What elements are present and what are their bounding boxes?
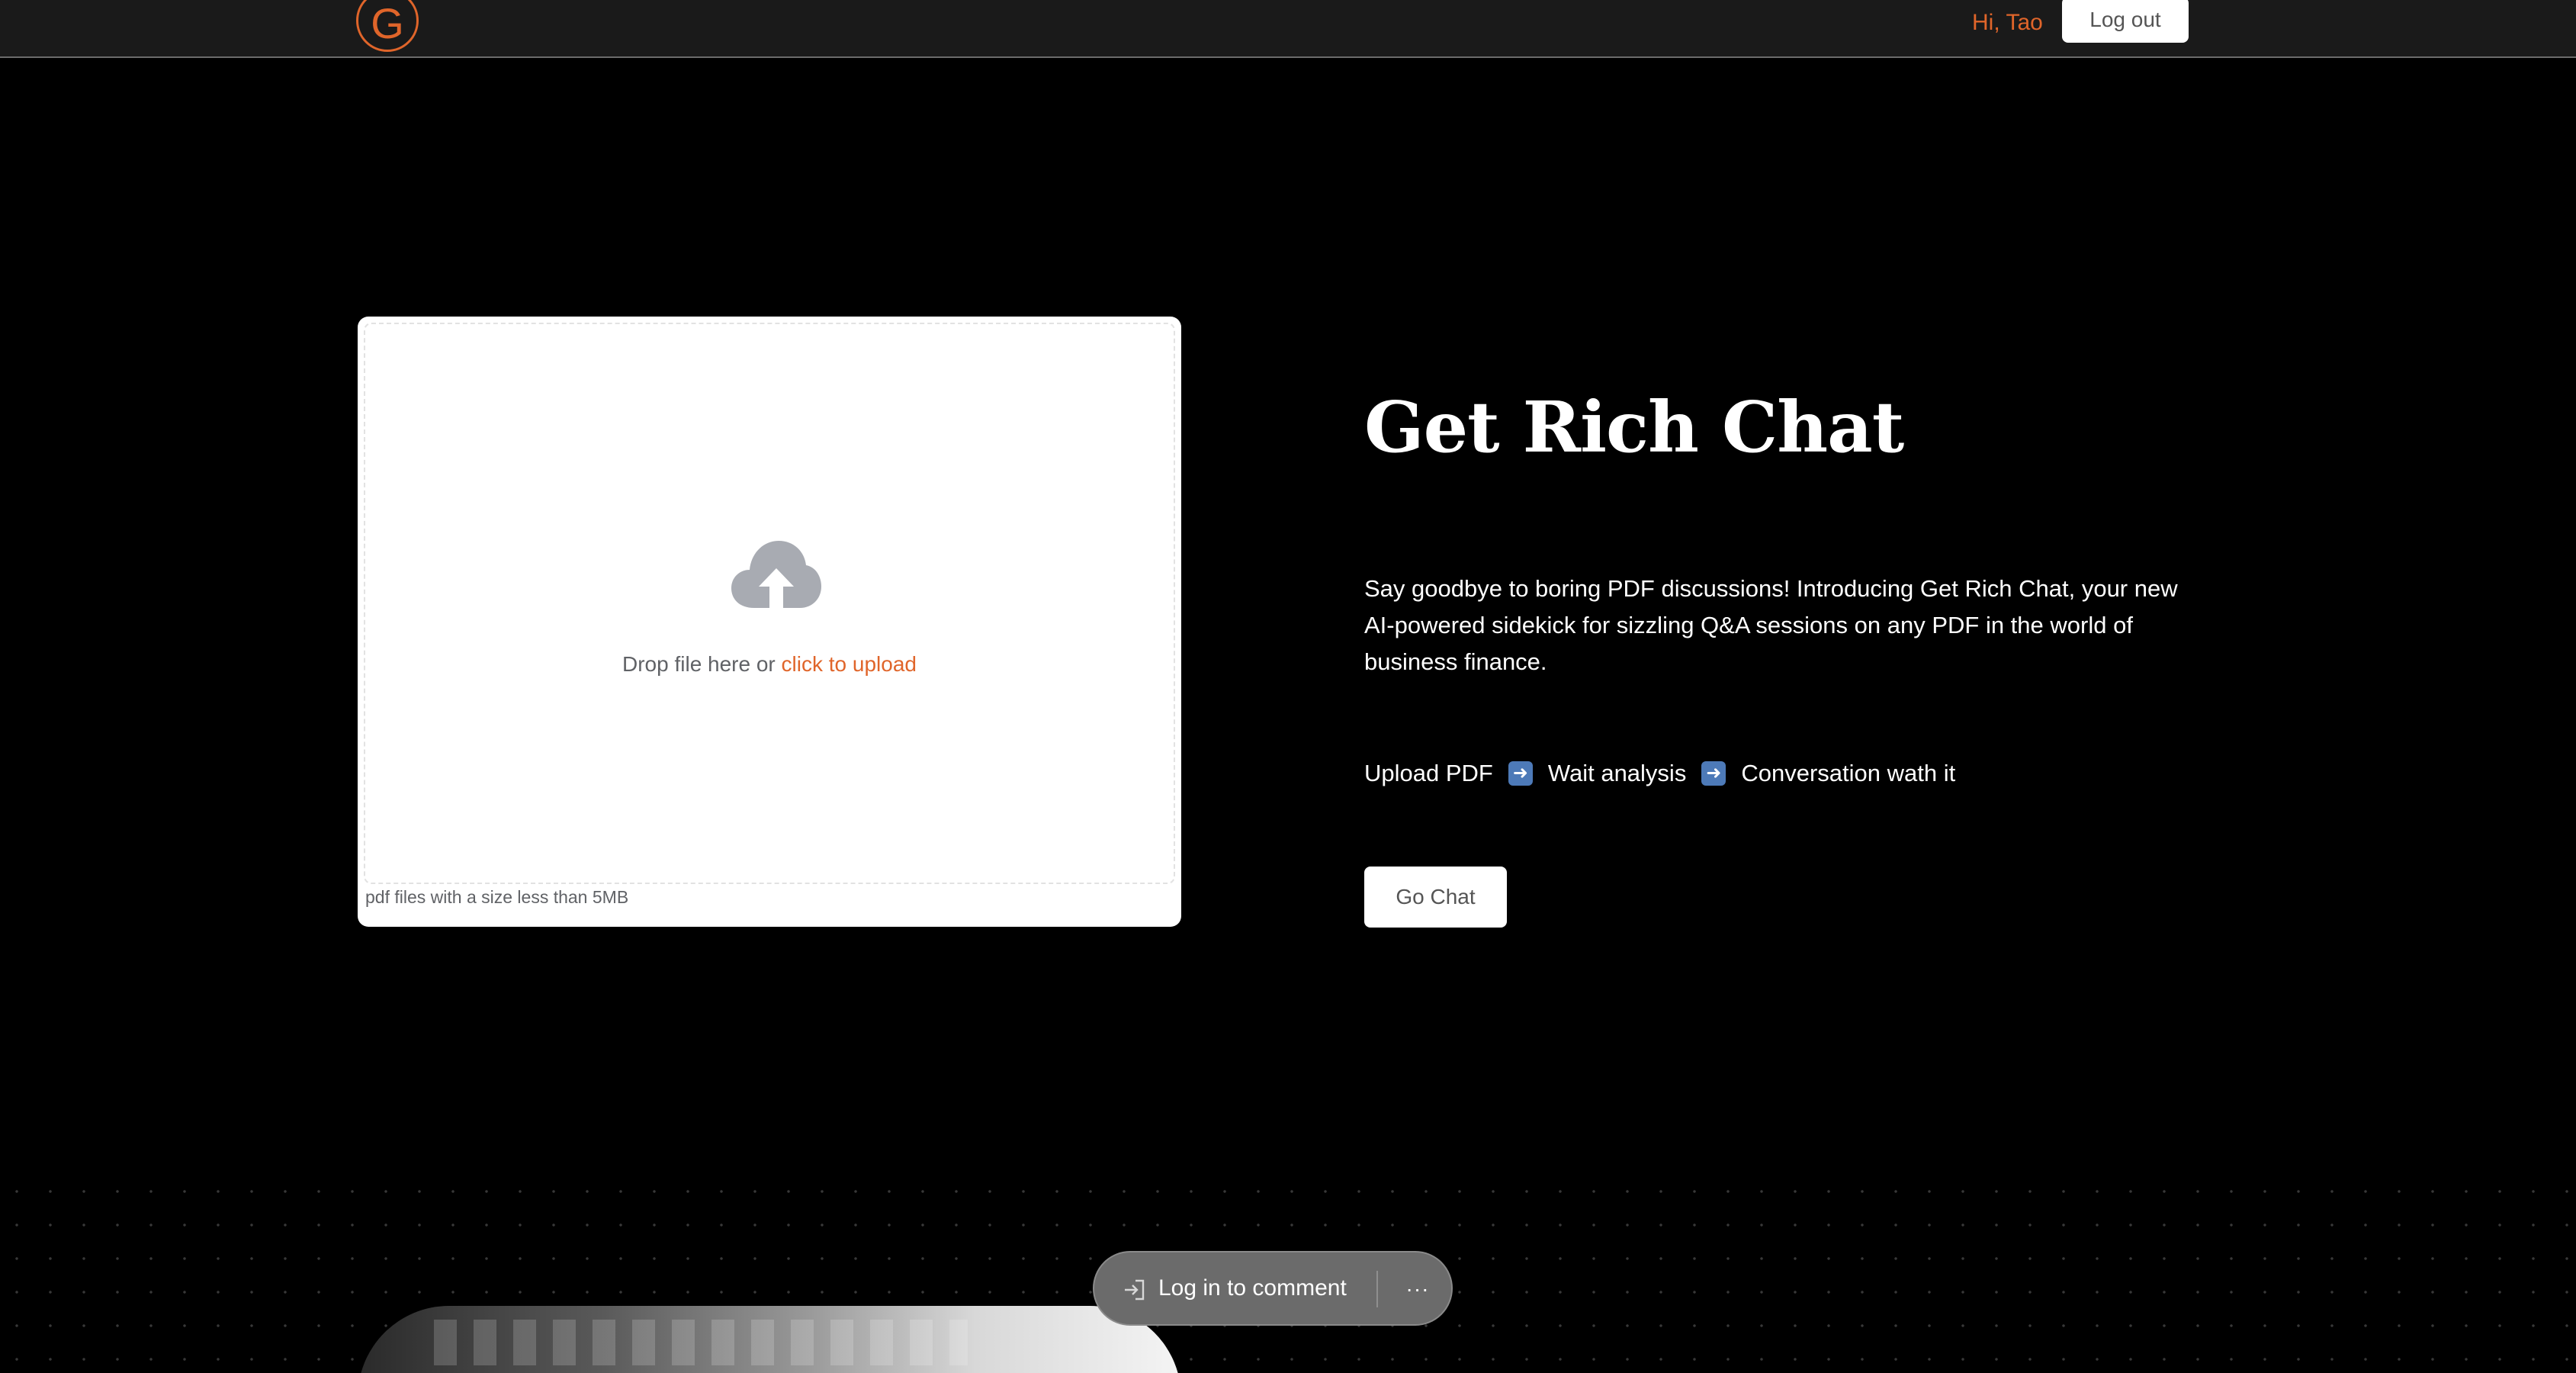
page: G Hi, Tao Log out Drop file here or clic… (0, 0, 2576, 1373)
logout-button[interactable]: Log out (2062, 0, 2189, 43)
top-nav: G Hi, Tao Log out (0, 0, 2576, 58)
login-to-comment-button[interactable]: Log in to comment (1158, 1252, 1347, 1324)
right-arrow-icon: ➜ (1701, 761, 1726, 786)
click-to-upload-link[interactable]: click to upload (782, 652, 917, 676)
step-wait: Wait analysis (1547, 760, 1687, 786)
upload-hint: pdf files with a size less than 5MB (365, 887, 629, 907)
user-greeting: Hi, Tao (1972, 10, 2043, 35)
go-chat-button[interactable]: Go Chat (1364, 867, 1507, 928)
logo[interactable]: G (356, 0, 419, 52)
logo-letter: G (371, 0, 404, 47)
divider (1376, 1271, 1378, 1307)
steps-flow: Upload PDF ➜ Wait analysis ➜ Conversatio… (1364, 755, 1955, 792)
page-title: Get Rich Chat (1364, 386, 1904, 468)
preview-image-detail (434, 1320, 968, 1365)
hero-description: Say goodbye to boring PDF discussions! I… (1364, 575, 2178, 675)
right-arrow-icon: ➜ (1508, 761, 1533, 786)
step-conversation: Conversation wath it (1741, 760, 1956, 786)
file-drop-zone[interactable]: Drop file here or click to upload (364, 323, 1175, 884)
drop-instructions: Drop file here or click to upload (365, 652, 1174, 677)
step-upload: Upload PDF (1364, 760, 1493, 786)
upload-card: Drop file here or click to upload pdf fi… (358, 317, 1181, 927)
cloud-upload-icon (731, 541, 821, 609)
comment-bar: Log in to comment ··· (1093, 1251, 1453, 1326)
more-options-icon[interactable]: ··· (1399, 1272, 1436, 1306)
login-icon (1125, 1279, 1145, 1301)
preview-image (358, 1306, 1181, 1373)
drop-text: Drop file here or (622, 652, 782, 676)
